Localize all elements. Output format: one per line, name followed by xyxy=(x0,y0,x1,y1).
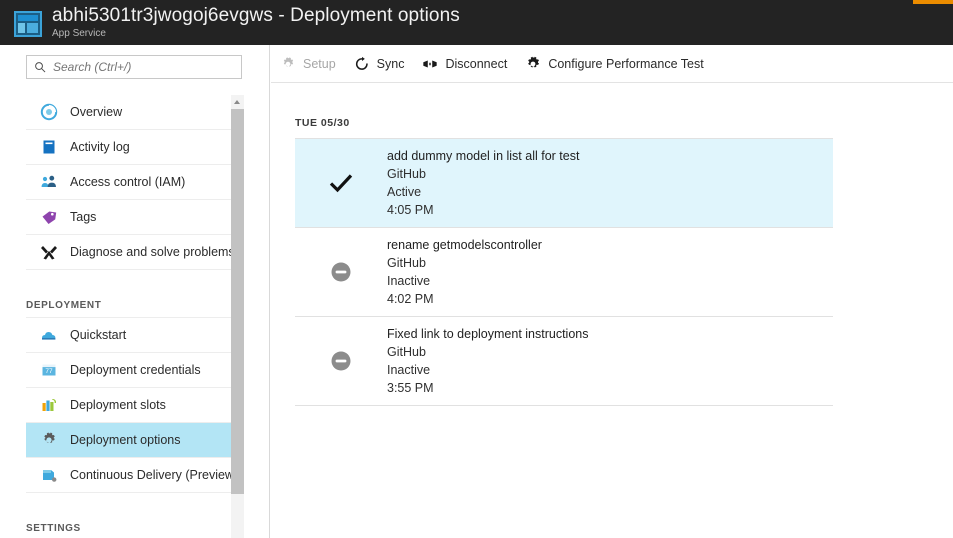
sidebar-item-overview[interactable]: Overview xyxy=(26,95,231,130)
setup-button-label: Setup xyxy=(303,56,336,71)
credentials-icon: 77 xyxy=(40,361,58,379)
sidebar-item-label: Activity log xyxy=(70,140,130,154)
sidebar-item-label: Continuous Delivery (Preview) xyxy=(70,468,239,482)
sidebar-item-tags[interactable]: Tags xyxy=(26,200,231,235)
deployment-time: 4:02 PM xyxy=(387,292,434,306)
svg-text:77: 77 xyxy=(45,368,53,375)
deployment-details: Fixed link to deployment instructions Gi… xyxy=(387,317,588,405)
deployment-status-indicator xyxy=(295,139,387,227)
sidebar-section-deployment: DEPLOYMENT xyxy=(26,284,231,318)
page-subtitle: App Service xyxy=(52,28,106,39)
sidebar-item-label: Tags xyxy=(70,210,97,224)
deployment-status: Active xyxy=(387,185,422,199)
tags-icon xyxy=(40,208,58,226)
scroll-up-arrow-icon[interactable] xyxy=(231,95,244,109)
sidebar-item-continuous-delivery[interactable]: Continuous Delivery (Preview) xyxy=(26,458,238,493)
deployment-row[interactable]: Fixed link to deployment instructions Gi… xyxy=(295,316,833,406)
sidebar-item-access-control[interactable]: Access control (IAM) xyxy=(26,165,231,200)
deployment-message: rename getmodelscontroller xyxy=(387,238,542,252)
gear-icon xyxy=(528,56,540,68)
sidebar-item-deployment-slots[interactable]: Deployment slots xyxy=(26,388,231,423)
sidebar-item-label: Deployment credentials xyxy=(70,363,201,377)
deployment-source: GitHub xyxy=(387,256,426,270)
deployment-source: GitHub xyxy=(387,167,426,181)
gear-icon xyxy=(283,56,294,67)
content-pane: Setup Sync Disconnect Configure Performa… xyxy=(271,45,953,538)
overview-icon xyxy=(40,103,58,121)
deployment-details: rename getmodelscontroller GitHub Inacti… xyxy=(387,228,542,316)
configure-performance-test-label: Configure Performance Test xyxy=(548,56,704,71)
sync-button-label: Sync xyxy=(376,56,405,71)
deployment-list: add dummy model in list all for test Git… xyxy=(295,138,833,406)
deployment-row[interactable]: rename getmodelscontroller GitHub Inacti… xyxy=(295,227,833,317)
search-input[interactable] xyxy=(53,56,237,78)
sidebar-item-label: Quickstart xyxy=(70,328,127,342)
command-toolbar: Setup Sync Disconnect Configure Performa… xyxy=(271,45,953,83)
gear-icon xyxy=(40,431,58,449)
slots-icon xyxy=(40,396,58,414)
setup-button[interactable]: Setup xyxy=(271,45,345,83)
disconnect-icon xyxy=(423,59,438,68)
checkmark-icon xyxy=(329,174,353,193)
deployment-source: GitHub xyxy=(387,345,426,359)
deployment-row[interactable]: add dummy model in list all for test Git… xyxy=(295,138,833,228)
sidebar-item-activity-log[interactable]: Activity log xyxy=(26,130,231,165)
sidebar-item-deployment-options[interactable]: Deployment options xyxy=(26,423,231,458)
configure-performance-test-button[interactable]: Configure Performance Test xyxy=(516,45,712,83)
sidebar-item-label: Deployment options xyxy=(70,433,181,447)
page-title: abhi5301tr3jwogoj6evgws - Deployment opt… xyxy=(52,5,460,26)
deployment-status: Inactive xyxy=(387,363,431,377)
sidebar-item-diagnose[interactable]: Diagnose and solve problems xyxy=(26,235,235,270)
deployment-date-group-header: TUE 05/30 xyxy=(295,117,350,129)
sync-refresh-icon xyxy=(355,56,368,70)
deployment-time: 4:05 PM xyxy=(387,203,434,217)
sidebar-scrollbar-thumb[interactable] xyxy=(231,109,244,494)
access-control-icon xyxy=(40,173,58,191)
deployment-message: add dummy model in list all for test xyxy=(387,149,580,163)
app-service-icon xyxy=(14,11,42,37)
orange-accent-bar xyxy=(913,0,953,4)
azure-portal-window: abhi5301tr3jwogoj6evgws - Deployment opt… xyxy=(0,0,953,538)
sidebar: Overview Activity log xyxy=(0,45,270,538)
sidebar-item-label: Access control (IAM) xyxy=(70,175,186,189)
sidebar-item-label: Overview xyxy=(70,105,123,119)
minus-circle-icon xyxy=(331,262,351,282)
sidebar-nav-list: Overview Activity log Access control (IA… xyxy=(0,95,270,538)
disconnect-button[interactable]: Disconnect xyxy=(413,45,516,83)
deployment-time: 3:55 PM xyxy=(387,381,434,395)
title-bar: abhi5301tr3jwogoj6evgws - Deployment opt… xyxy=(0,0,953,45)
sidebar-item-label: Deployment slots xyxy=(70,398,166,412)
continuous-delivery-icon xyxy=(40,466,58,484)
deployment-message: Fixed link to deployment instructions xyxy=(387,327,589,341)
deployment-status-indicator xyxy=(295,228,387,316)
deployment-status: Inactive xyxy=(387,274,431,288)
sidebar-item-deployment-credentials[interactable]: 77 Deployment credentials xyxy=(26,353,231,388)
sidebar-item-quickstart[interactable]: Quickstart xyxy=(26,318,231,353)
deployment-details: add dummy model in list all for test Git… xyxy=(387,139,579,227)
minus-circle-icon xyxy=(331,351,351,371)
search-icon xyxy=(35,62,46,73)
deployment-status-indicator xyxy=(295,317,387,405)
disconnect-button-label: Disconnect xyxy=(445,56,508,71)
sidebar-item-label: Diagnose and solve problems xyxy=(70,245,235,259)
quickstart-icon xyxy=(40,326,58,344)
search-box[interactable] xyxy=(26,55,242,79)
sidebar-section-settings: SETTINGS xyxy=(26,507,231,538)
sync-button[interactable]: Sync xyxy=(345,45,414,83)
activity-log-icon xyxy=(40,138,58,156)
diagnose-icon xyxy=(40,243,58,261)
